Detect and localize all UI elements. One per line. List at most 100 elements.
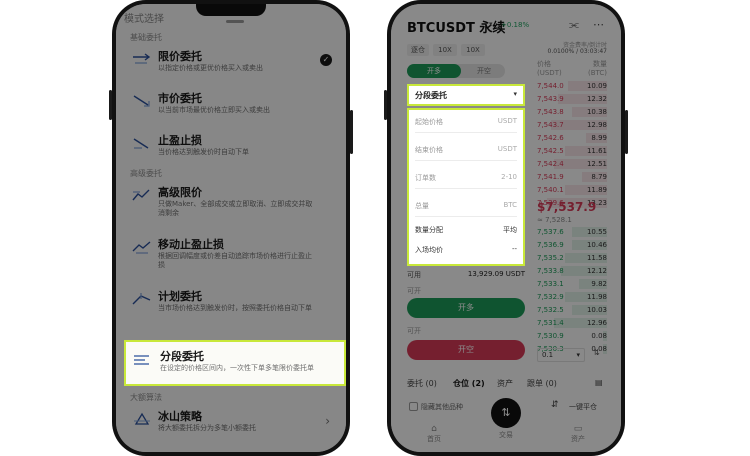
limit-order-icon <box>133 53 151 64</box>
order-price: 7,536.9 <box>537 241 564 249</box>
order-qty: 11.61 <box>586 147 607 155</box>
tab-copy[interactable]: 跟单 (0) <box>527 378 557 389</box>
bid-row[interactable]: 7,531.4 12.96 <box>537 317 607 329</box>
order-price: 7,542.4 <box>537 160 564 168</box>
ask-row[interactable]: 7,544.0 10.09 <box>537 80 607 92</box>
order-desc: 将大额委托拆分为多笔小额委托 <box>158 424 256 432</box>
funding-value: 0.0100% / 03:03:47 <box>547 48 607 55</box>
ask-row[interactable]: 7,542.6 8.99 <box>537 132 607 144</box>
bid-row[interactable]: 7,533.1 9.82 <box>537 278 607 290</box>
ask-row[interactable]: 7,543.7 12.98 <box>537 119 607 131</box>
sort-icon[interactable]: ⇵ <box>551 400 559 410</box>
margin-mode[interactable]: 逐仓 <box>407 44 429 56</box>
order-price: 7,535.2 <box>537 254 564 262</box>
iceberg-icon <box>134 412 150 425</box>
order-price: 7,540.1 <box>537 186 564 194</box>
bid-row[interactable]: 7,536.9 10.46 <box>537 239 607 251</box>
nav-trade[interactable]: 交易 <box>491 430 521 440</box>
tab-orders[interactable]: 委托 (0) <box>407 378 437 389</box>
bid-row[interactable]: 7,535.2 11.58 <box>537 252 607 264</box>
field-unit: 2-10 <box>501 173 517 181</box>
tab-open-short[interactable]: 开空 <box>463 64 505 78</box>
order-qty: 11.98 <box>586 293 607 301</box>
order-type-scaled[interactable]: 分段委托 在设定的价格区间内，一次性下单多笔限价委托单 <box>124 340 346 386</box>
open-long-label: 可开 <box>407 287 421 295</box>
order-type-select[interactable]: 分段委托 ▾ <box>407 84 525 106</box>
bid-row[interactable]: 7,533.8 12.12 <box>537 265 607 277</box>
order-type-tpsl[interactable]: 止盈止损 当价格达到触发价时自动下单 <box>132 130 336 170</box>
order-qty: 12.98 <box>586 121 607 129</box>
order-type-iceberg[interactable]: 冰山策略 将大额委托拆分为多笔小额委托 › <box>132 406 336 446</box>
depth-select[interactable]: 0.1 ▾ <box>537 348 585 362</box>
end-price-field[interactable]: 结束价格 USDT <box>415 140 517 161</box>
order-price: 7,537.6 <box>537 228 564 236</box>
bid-row[interactable]: 7,532.5 10.03 <box>537 304 607 316</box>
ask-row[interactable]: 7,540.1 11.89 <box>537 184 607 196</box>
sheet-grabber[interactable] <box>226 20 244 23</box>
chevron-down-icon[interactable]: ▾ <box>489 20 493 28</box>
doc-icon[interactable]: ▤ <box>595 378 603 387</box>
chevron-right-icon: › <box>325 414 330 428</box>
right-phone-frame: BTCUSDT 永续 ▾ +0.18% ⫘ ⋯ 逐仓 10X 10X 资金费率/… <box>384 0 628 456</box>
caret-down-icon: ▾ <box>513 90 517 98</box>
hide-other-checkbox[interactable] <box>409 402 418 411</box>
bid-row[interactable]: 7,532.9 11.98 <box>537 291 607 303</box>
trade-fab[interactable]: ⇅ <box>491 398 521 428</box>
chart-icon[interactable]: ⫘ <box>569 18 579 32</box>
order-desc: 当市场价格达到触发价时，按照委托价格自动下单 <box>158 304 312 312</box>
order-type-trigger[interactable]: 计划委托 当市场价格达到触发价时，按照委托价格自动下单 <box>132 286 336 326</box>
header-text: 价格 <box>537 60 551 68</box>
ask-row[interactable]: 7,543.9 12.32 <box>537 93 607 105</box>
more-icon[interactable]: ⋯ <box>593 18 604 31</box>
open-long-button[interactable]: 开多 <box>407 298 525 318</box>
ask-row[interactable]: 7,541.9 8.79 <box>537 171 607 183</box>
field-label: 订单数 <box>415 174 436 182</box>
side-toggle[interactable]: 开多 开空 <box>407 64 505 78</box>
leverage-short[interactable]: 10X <box>461 44 485 56</box>
order-type-market[interactable]: 市价委托 以当前市场最优价格立即买入或卖出 <box>132 88 336 128</box>
price-change: +0.18% <box>501 21 530 29</box>
order-title: 市价委托 <box>158 92 202 105</box>
bid-row[interactable]: 7,537.6 10.55 <box>537 226 607 238</box>
order-type-advanced-limit[interactable]: 高级限价 只做Maker、全部成交或立即取消、立即成交并取消剩余 <box>132 182 336 222</box>
order-price: 7,543.8 <box>537 108 564 116</box>
field-unit: USDT <box>497 145 517 153</box>
ask-row[interactable]: 7,543.8 10.38 <box>537 106 607 118</box>
order-qty: 9.82 <box>591 280 607 288</box>
volume-button <box>384 90 387 120</box>
hide-other-label: 隐藏其他品种 <box>421 403 463 411</box>
scaled-order-form: 起始价格 USDT 结束价格 USDT 订单数 2-10 总量 BTC 数量分配 平均 入… <box>407 108 525 266</box>
total-qty-field[interactable]: 总量 BTC <box>415 196 517 217</box>
ask-row[interactable]: 7,542.4 12.51 <box>537 158 607 170</box>
nav-home[interactable]: ⌂ 首页 <box>419 424 449 444</box>
order-title: 冰山策略 <box>158 410 202 423</box>
order-count-field[interactable]: 订单数 2-10 <box>415 168 517 189</box>
header-text: 数量 <box>593 60 607 68</box>
book-layout-icon[interactable]: ⇅ <box>593 348 600 357</box>
tab-positions[interactable]: 仓位 (2) <box>453 378 485 389</box>
qty-distribution-select[interactable]: 数量分配 平均 <box>415 220 517 240</box>
order-type-trailing-stop[interactable]: 移动止盈止损 根据回调幅度或价差自动追踪市场价格进行止盈止损 <box>132 234 336 274</box>
tab-open-long[interactable]: 开多 <box>407 64 461 78</box>
open-short-button[interactable]: 开空 <box>407 340 525 360</box>
scaled-order-icon <box>134 355 149 365</box>
order-qty: 12.51 <box>586 160 607 168</box>
leverage-long[interactable]: 10X <box>433 44 457 56</box>
bid-row[interactable]: 7,530.9 0.08 <box>537 330 607 342</box>
tab-assets[interactable]: 资产 <box>497 378 513 389</box>
nav-assets[interactable]: ▭ 资产 <box>563 424 593 444</box>
nav-label: 首页 <box>427 435 441 443</box>
camera-notch <box>196 4 266 16</box>
order-title: 移动止盈止损 <box>158 238 224 251</box>
left-phone-frame: 模式选择 基础委托 限价委托 以指定价格或更优价格买入或卖出 ✓ 市价委托 以当… <box>109 0 353 456</box>
dim-overlay <box>391 84 407 266</box>
power-button <box>350 110 353 154</box>
ask-row[interactable]: 7,542.5 11.61 <box>537 145 607 157</box>
start-price-field[interactable]: 起始价格 USDT <box>415 112 517 133</box>
close-all-button[interactable]: 一键平仓 <box>569 402 597 412</box>
section-advanced-label: 高级委托 <box>130 169 162 178</box>
order-desc: 以指定价格或更优价格买入或卖出 <box>158 64 263 72</box>
advanced-limit-icon <box>132 189 150 201</box>
available-label: 可用 <box>407 271 421 279</box>
order-type-limit[interactable]: 限价委托 以指定价格或更优价格买入或卖出 ✓ <box>132 46 336 86</box>
